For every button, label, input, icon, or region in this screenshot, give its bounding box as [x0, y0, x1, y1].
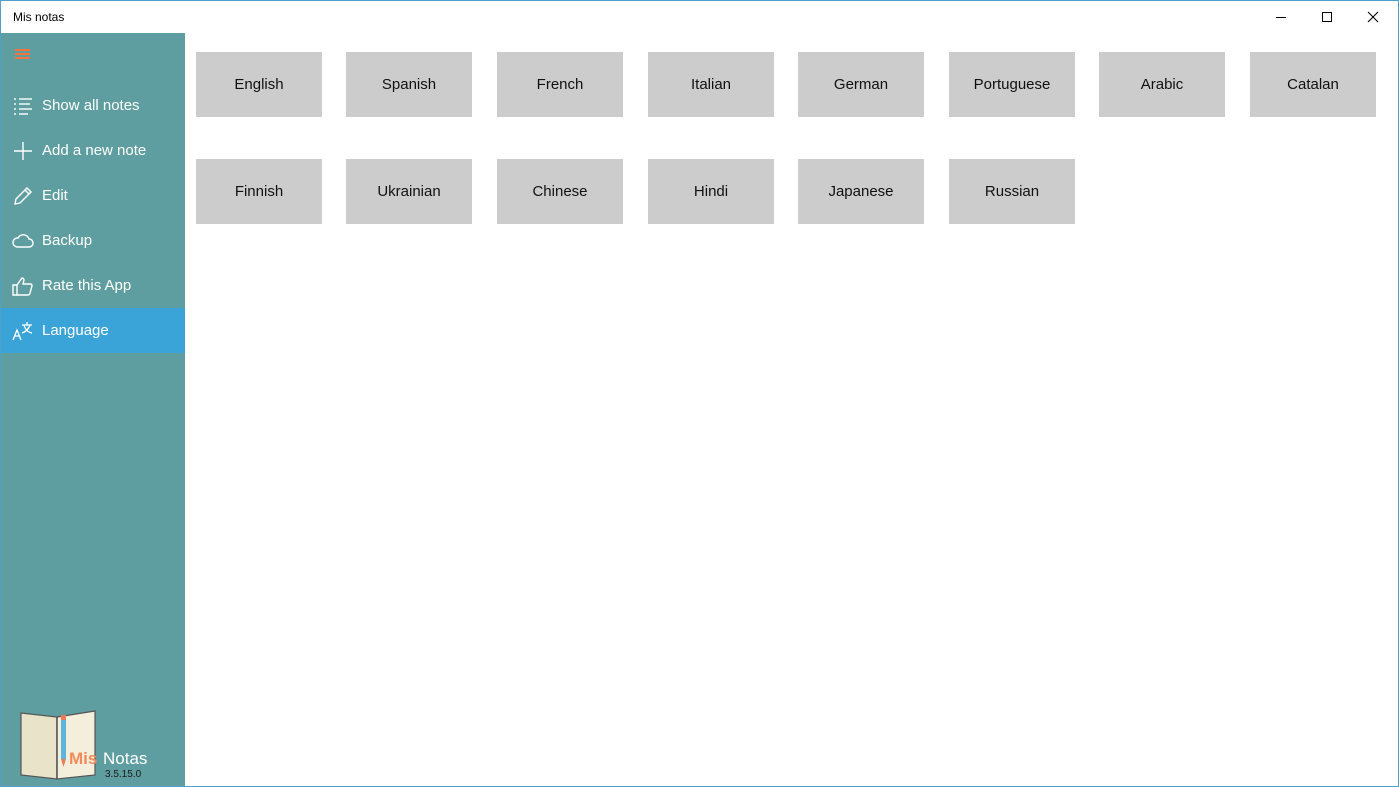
pencil-icon [12, 185, 34, 207]
sidebar-item-label: Rate this App [42, 277, 132, 294]
language-button-english[interactable]: English [196, 52, 322, 117]
language-button-ukrainian[interactable]: Ukrainian [346, 159, 472, 224]
cloud-icon [12, 230, 34, 252]
hamburger-icon [15, 49, 30, 51]
hamburger-menu-button[interactable] [13, 47, 33, 61]
maximize-button[interactable] [1304, 1, 1350, 33]
minimize-button[interactable] [1258, 1, 1304, 33]
sidebar: Show all notes Add a new note Edit Backu… [1, 33, 185, 786]
sidebar-item-label: Show all notes [42, 97, 140, 114]
thumbs-up-icon [12, 275, 34, 297]
language-button-catalan[interactable]: Catalan [1250, 52, 1376, 117]
logo-mis-text: Mis [69, 749, 98, 768]
maximize-icon [1322, 12, 1332, 22]
sidebar-item-language[interactable]: Language [1, 308, 185, 353]
language-button-portuguese[interactable]: Portuguese [949, 52, 1075, 117]
language-button-arabic[interactable]: Arabic [1099, 52, 1225, 117]
close-button[interactable] [1350, 1, 1396, 33]
title-bar[interactable]: Mis notas [1, 1, 1398, 33]
sidebar-item-label: Add a new note [42, 142, 147, 159]
language-button-french[interactable]: French [497, 52, 623, 117]
language-button-italian[interactable]: Italian [648, 52, 774, 117]
sidebar-item-backup[interactable]: Backup [1, 218, 185, 263]
language-button-german[interactable]: German [798, 52, 924, 117]
sidebar-item-edit[interactable]: Edit [1, 173, 185, 218]
sidebar-item-rate-app[interactable]: Rate this App [1, 263, 185, 308]
sidebar-item-label: Language [42, 322, 109, 339]
app-version: 3.5.15.0 [105, 769, 142, 780]
minimize-icon [1276, 17, 1286, 18]
logo-notas-text: Notas [103, 749, 148, 768]
language-button-spanish[interactable]: Spanish [346, 52, 472, 117]
sidebar-item-show-all-notes[interactable]: Show all notes [1, 83, 185, 128]
language-button-russian[interactable]: Russian [949, 159, 1075, 224]
app-window: Mis notas Show all notes Add a new note … [0, 0, 1399, 787]
sidebar-item-add-new-note[interactable]: Add a new note [1, 128, 185, 173]
language-button-chinese[interactable]: Chinese [497, 159, 623, 224]
window-title: Mis notas [13, 10, 65, 24]
sidebar-item-label: Backup [42, 232, 93, 249]
plus-icon [12, 140, 34, 162]
language-button-finnish[interactable]: Finnish [196, 159, 322, 224]
app-logo: Mis Notas 3.5.15.0 [17, 709, 177, 785]
language-button-hindi[interactable]: Hindi [648, 159, 774, 224]
language-icon [12, 320, 34, 342]
close-icon [1367, 11, 1379, 23]
notebook-logo-icon [20, 710, 96, 780]
sidebar-item-label: Edit [42, 187, 68, 204]
language-grid: English Spanish French Italian German Po… [185, 33, 1398, 786]
language-button-japanese[interactable]: Japanese [798, 159, 924, 224]
list-icon [12, 95, 34, 117]
